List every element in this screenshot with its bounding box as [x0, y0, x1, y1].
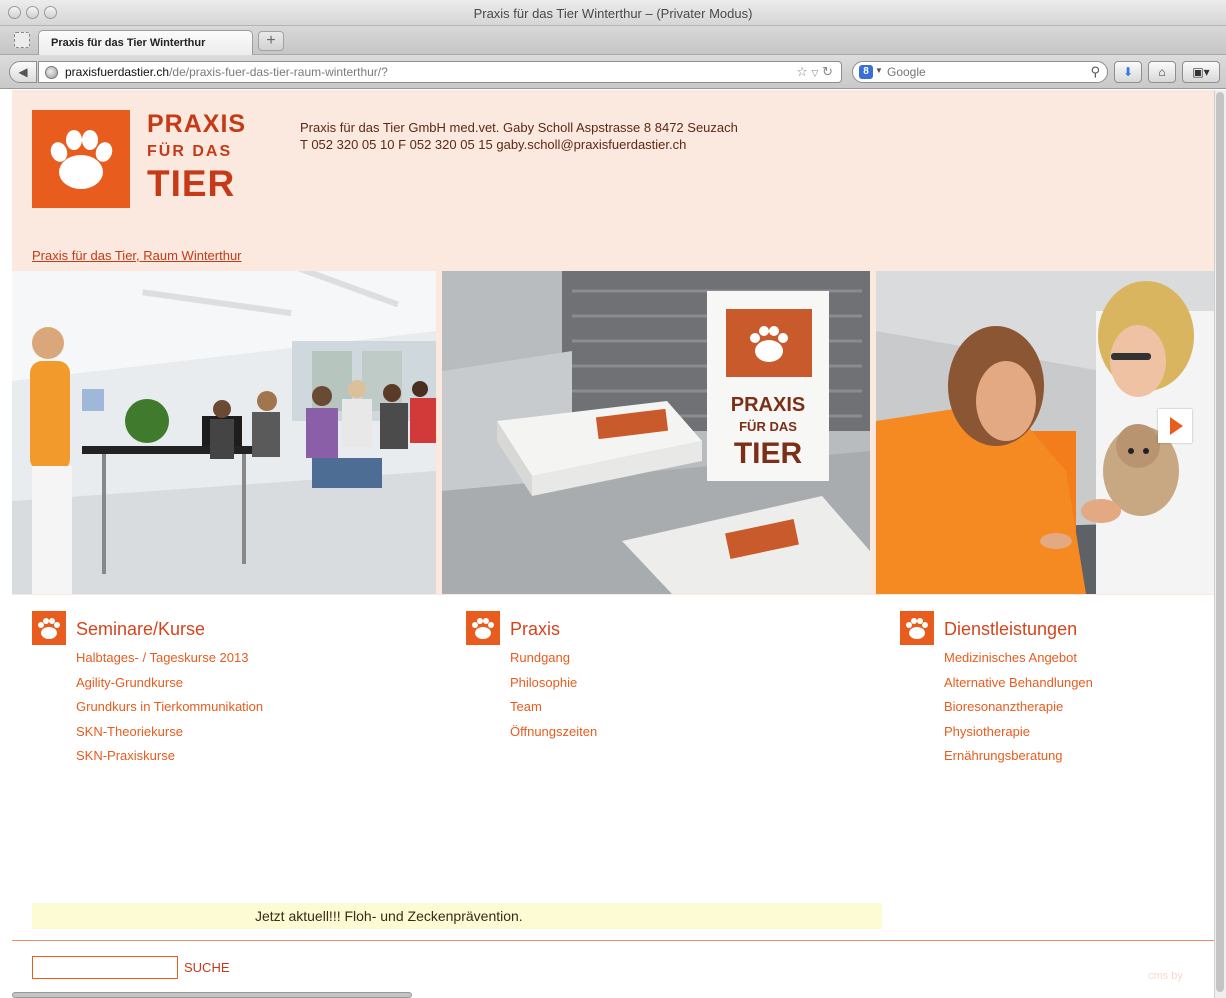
- footer-divider: [12, 940, 1214, 941]
- column-link[interactable]: Halbtages- / Tageskurse 2013: [76, 649, 263, 674]
- tab-list-icon[interactable]: [14, 32, 30, 48]
- url-path: /de/praxis-fuer-das-tier-raum-winterthur…: [169, 65, 388, 79]
- cms-credit[interactable]: cms by: [1148, 970, 1183, 982]
- window-titlebar: Praxis für das Tier Winterthur – (Privat…: [0, 0, 1226, 26]
- back-button[interactable]: ◀: [9, 61, 37, 83]
- tab-bar: Praxis für das Tier Winterthur +: [0, 26, 1226, 56]
- logo-line-1: PRAXIS: [147, 110, 247, 138]
- globe-icon: [45, 66, 58, 79]
- slider-photo-seminar: [12, 271, 436, 594]
- horizontal-scroll-thumb[interactable]: [12, 992, 412, 998]
- column-link[interactable]: Physiotherapie: [944, 723, 1093, 748]
- site-search-input[interactable]: [32, 956, 178, 979]
- search-bar[interactable]: 8 ▼ Google ⚲: [852, 61, 1108, 83]
- contact-address: Praxis für das Tier GmbH med.vet. Gaby S…: [300, 120, 738, 135]
- card-line-2: FÜR DAS: [739, 419, 797, 434]
- star-icon[interactable]: ☆: [796, 64, 808, 79]
- site-search-button[interactable]: SUCHE: [184, 960, 230, 975]
- addons-icon: ▣▾: [1192, 65, 1210, 79]
- download-icon: ⬇: [1122, 65, 1134, 79]
- download-button[interactable]: ⬇: [1114, 61, 1142, 83]
- paw-icon: [466, 611, 500, 645]
- image-slider: PRAXIS FÜR DAS TIER: [12, 271, 1214, 595]
- window-title: Praxis für das Tier Winterthur – (Privat…: [473, 6, 753, 21]
- column-link[interactable]: Medizinisches Angebot: [944, 649, 1093, 674]
- column-title[interactable]: Praxis: [510, 619, 560, 640]
- breadcrumb-link[interactable]: Praxis für das Tier, Raum Winterthur: [32, 248, 242, 263]
- slider-next-button[interactable]: [1158, 409, 1192, 443]
- column-link[interactable]: SKN-Theoriekurse: [76, 723, 263, 748]
- column-link-list: Medizinisches Angebot Alternative Behand…: [944, 649, 1093, 772]
- contact-info: Praxis für das Tier GmbH med.vet. Gaby S…: [300, 119, 738, 153]
- logo-paw-icon[interactable]: [32, 110, 130, 208]
- paw-icon: [32, 611, 66, 645]
- home-button[interactable]: ⌂: [1148, 61, 1176, 83]
- column-link[interactable]: Ernährungsberatung: [944, 747, 1093, 772]
- url-actions: ☆ ▽ ↻: [796, 64, 833, 80]
- home-icon: ⌂: [1158, 65, 1166, 79]
- paw-icon: [900, 611, 934, 645]
- contact-phone-email: T 052 320 05 10 F 052 320 05 15 gaby.sch…: [300, 137, 687, 152]
- column-link[interactable]: Agility-Grundkurse: [76, 674, 263, 699]
- logo-line-3: TIER: [147, 163, 236, 204]
- back-arrow-icon: ◀: [18, 65, 28, 79]
- logo-line-2: FÜR DAS: [147, 143, 233, 160]
- column-link-list: Rundgang Philosophie Team Öffnungszeiten: [510, 649, 597, 747]
- addons-button[interactable]: ▣▾: [1182, 61, 1220, 83]
- page-content: PRAXIS FÜR DAS TIER Praxis für das Tier …: [12, 90, 1214, 998]
- column-link[interactable]: Philosophie: [510, 674, 597, 699]
- url-host: praxisfuerdastier.ch: [65, 65, 170, 79]
- google-engine-icon[interactable]: 8: [859, 65, 873, 79]
- history-dropdown-icon[interactable]: ▽: [812, 68, 819, 78]
- tab-active[interactable]: Praxis für das Tier Winterthur: [38, 30, 253, 56]
- column-link[interactable]: Team: [510, 698, 597, 723]
- column-link[interactable]: Grundkurs in Tierkommunikation: [76, 698, 263, 723]
- slider-photo-cards: PRAXIS FÜR DAS TIER: [442, 271, 870, 594]
- column-title[interactable]: Dienstleistungen: [944, 619, 1077, 640]
- tab-label: Praxis für das Tier Winterthur: [51, 37, 206, 49]
- url-bar[interactable]: praxisfuerdastier.ch/de/praxis-fuer-das-…: [38, 61, 842, 83]
- card-line-1: PRAXIS: [731, 394, 805, 416]
- url-text: praxisfuerdastier.ch/de/praxis-fuer-das-…: [65, 65, 388, 79]
- column-title[interactable]: Seminare/Kurse: [76, 619, 205, 640]
- navigation-toolbar: ◀ praxisfuerdastier.ch/de/praxis-fuer-da…: [0, 55, 1226, 89]
- column-link[interactable]: Alternative Behandlungen: [944, 674, 1093, 699]
- next-arrow-icon: [1170, 417, 1183, 435]
- search-icon[interactable]: ⚲: [1090, 64, 1100, 80]
- column-link[interactable]: Rundgang: [510, 649, 597, 674]
- card-line-3: TIER: [734, 437, 803, 470]
- column-link[interactable]: Bioresonanztherapie: [944, 698, 1093, 723]
- logo-wordmark[interactable]: PRAXIS FÜR DAS TIER: [147, 110, 247, 204]
- column-link-list: Halbtages- / Tageskurse 2013 Agility-Gru…: [76, 649, 263, 772]
- news-text: Jetzt aktuell!!! Floh- und Zeckenprävent…: [255, 908, 523, 924]
- site-header: PRAXIS FÜR DAS TIER Praxis für das Tier …: [12, 90, 1214, 271]
- column-link[interactable]: Öffnungszeiten: [510, 723, 597, 748]
- column-link[interactable]: SKN-Praxiskurse: [76, 747, 263, 772]
- vertical-scroll-thumb[interactable]: [1216, 92, 1224, 992]
- reload-icon[interactable]: ↻: [822, 64, 833, 79]
- news-banner[interactable]: Jetzt aktuell!!! Floh- und Zeckenprävent…: [32, 903, 882, 929]
- search-placeholder: Google: [887, 65, 926, 79]
- engine-dropdown-icon[interactable]: ▼: [875, 66, 883, 75]
- new-tab-button[interactable]: +: [258, 31, 284, 51]
